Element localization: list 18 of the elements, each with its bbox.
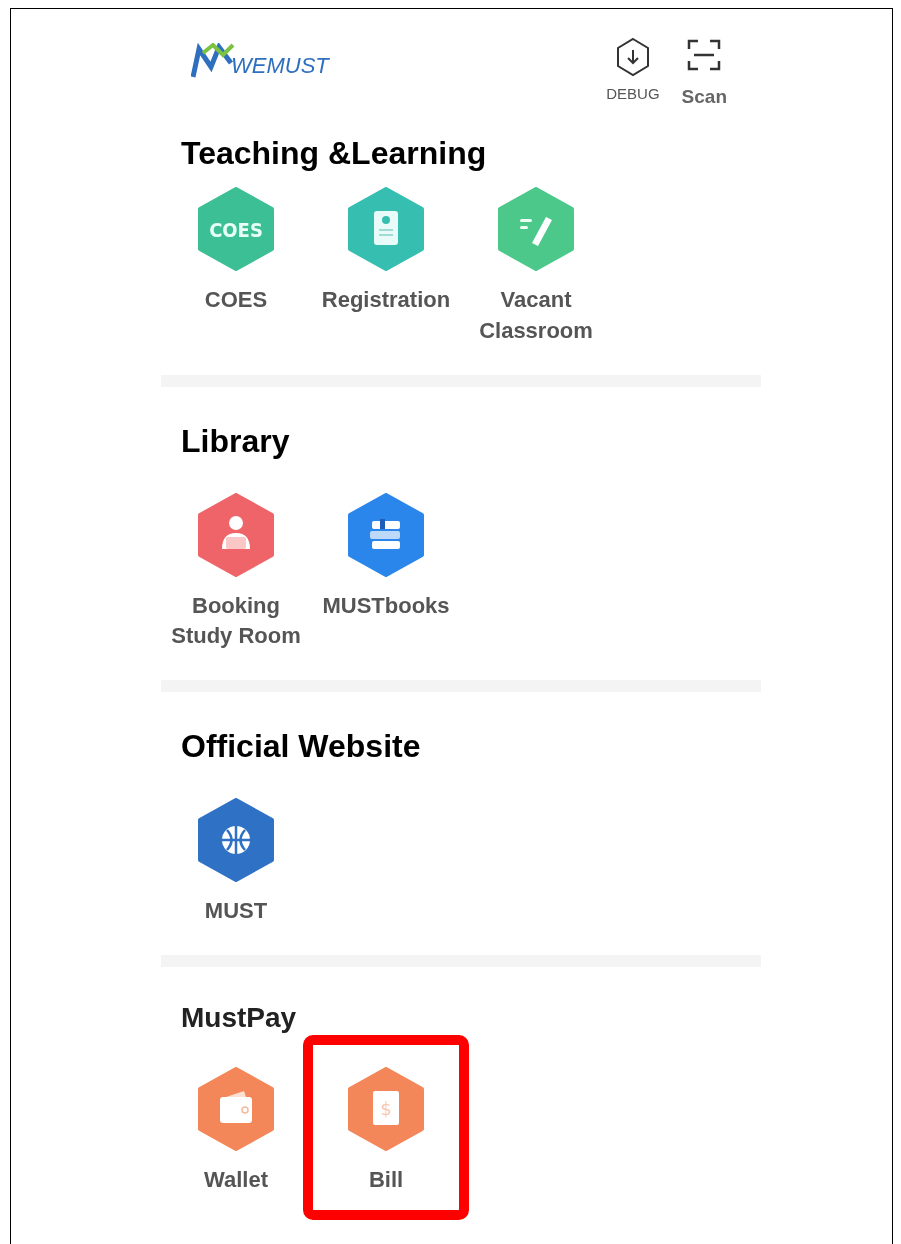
app-tile[interactable]: Vacant Classroom <box>461 187 611 347</box>
debug-button[interactable]: DEBUG <box>606 37 660 112</box>
scan-icon <box>686 37 723 73</box>
app-tile[interactable]: Registration <box>311 187 461 316</box>
app-tile[interactable]: MUSTbooks <box>311 492 461 622</box>
section-heading: Official Website <box>181 727 421 767</box>
app-tile[interactable]: MUST <box>161 798 311 927</box>
app-tile[interactable]: COES COES <box>161 187 311 316</box>
section-heading: MustPay <box>181 1001 297 1035</box>
app-icon: $ <box>346 1067 426 1151</box>
app-icon: COES <box>196 187 276 271</box>
section-heading: Teaching &Learning <box>181 134 487 173</box>
logo: WEMUST <box>191 43 329 79</box>
app-tile[interactable]: $ Bill <box>303 1035 469 1220</box>
section-heading: Library <box>181 421 290 461</box>
scan-button[interactable]: Scan <box>681 37 727 112</box>
download-icon <box>615 37 650 77</box>
app-tile[interactable]: Booking Study Room <box>161 492 311 653</box>
